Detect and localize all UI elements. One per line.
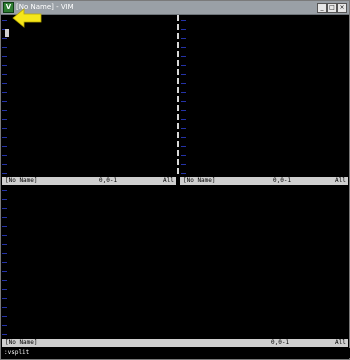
- command-line[interactable]: :vsplit: [2, 348, 350, 358]
- empty-line-markers: [2, 15, 7, 176]
- status-filename: [No Name]: [5, 177, 38, 184]
- status-line-bottom[interactable]: [No Name] 0,0-1 All: [2, 339, 348, 347]
- status-line-top-right[interactable]: [No Name] 0,0-1 All: [180, 177, 348, 185]
- editor-pane-bottom[interactable]: [2, 185, 348, 338]
- left-arrow-icon: [12, 8, 42, 28]
- title-bar[interactable]: V [No Name] - VIM _ □ ×: [1, 1, 349, 15]
- maximize-button[interactable]: □: [327, 3, 337, 13]
- minimize-button[interactable]: _: [317, 3, 327, 13]
- vim-window: V [No Name] - VIM _ □ × [No Name] 0,0-1 …: [0, 0, 350, 360]
- status-cursor-position: 0,0-1: [273, 177, 292, 184]
- empty-line-markers: [2, 185, 7, 338]
- status-scroll-percent: All: [335, 339, 346, 346]
- empty-line-markers: [181, 15, 186, 176]
- status-line-top-left[interactable]: [No Name] 0,0-1 All: [2, 177, 176, 185]
- text-cursor: [5, 29, 9, 37]
- status-scroll-percent: All: [163, 177, 174, 184]
- status-scroll-percent: All: [335, 177, 346, 184]
- editor-pane-top-right[interactable]: [180, 15, 348, 176]
- close-button[interactable]: ×: [337, 3, 347, 13]
- status-filename: [No Name]: [5, 339, 38, 346]
- status-cursor-position: 0,0-1: [271, 339, 290, 346]
- status-filename: [No Name]: [183, 177, 216, 184]
- status-cursor-position: 0,0-1: [99, 177, 118, 184]
- editor-pane-top-left[interactable]: [2, 15, 176, 176]
